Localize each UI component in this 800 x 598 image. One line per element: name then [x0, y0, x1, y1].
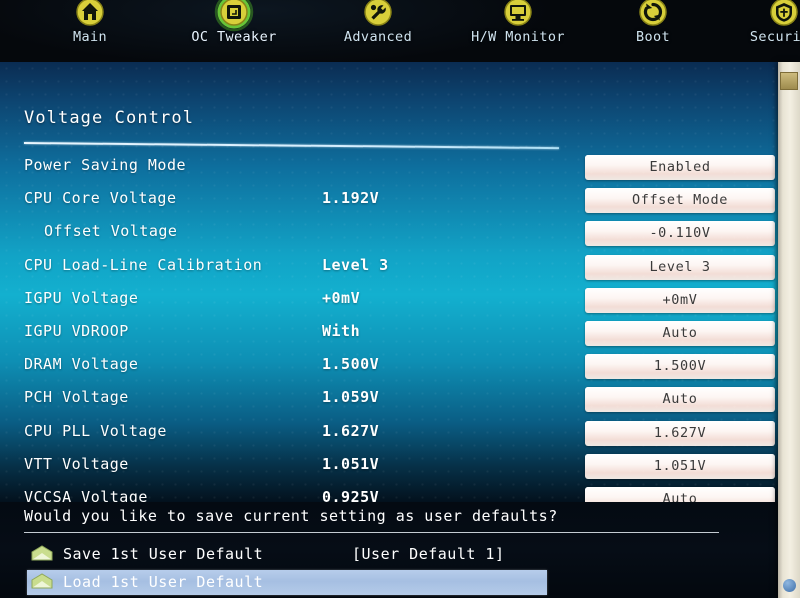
setting-current-value: 1.051V [322, 454, 380, 473]
folder-icon [31, 545, 53, 563]
setting-option-box[interactable]: Enabled [585, 155, 775, 180]
user-default-row[interactable]: Save 1st User Default [User Default 1] [27, 542, 547, 567]
title-separator [23, 142, 559, 150]
side-panel-indicator-icon [783, 579, 796, 592]
setting-current-value: 1.500V [322, 355, 380, 374]
setting-option-box[interactable]: 1.051V [585, 453, 775, 479]
setting-option-box[interactable]: Auto [585, 487, 775, 502]
wrench-icon [358, 0, 398, 32]
folder-icon [31, 573, 53, 591]
nav-item-security[interactable]: Security [742, 0, 800, 45]
setting-option-box[interactable]: Offset Mode [585, 188, 775, 214]
nav-item-advanced[interactable]: Advanced [330, 0, 426, 45]
setting-option-box[interactable]: -0.110V [585, 221, 775, 247]
setting-current-value: +0mV [322, 288, 361, 307]
setting-current-value: 0.925V [322, 488, 380, 502]
prompt-question: Would you like to save current setting a… [24, 507, 558, 525]
top-navigation-bar: Main OC Tweaker Advanced H/W Monitor Boo… [0, 0, 800, 62]
setting-label: IGPU Voltage [24, 288, 139, 307]
nav-item-oc-tweaker[interactable]: OC Tweaker [175, 0, 293, 45]
side-panel [778, 62, 800, 598]
setting-option-box[interactable]: Auto [585, 387, 775, 413]
setting-label: Offset Voltage [44, 222, 178, 241]
setting-option-box[interactable]: 1.627V [585, 420, 775, 446]
user-defaults-prompt-area: Would you like to save current setting a… [0, 502, 800, 598]
shield-icon [764, 0, 800, 32]
bios-setup-screen: Main OC Tweaker Advanced H/W Monitor Boo… [0, 0, 800, 598]
setting-current-value: 1.192V [322, 189, 380, 208]
side-panel-tab[interactable] [780, 72, 798, 90]
chip-icon [214, 0, 254, 32]
setting-label: DRAM Voltage [24, 355, 139, 374]
setting-label: IGPU VDROOP [24, 322, 129, 340]
setting-label: VTT Voltage [24, 454, 129, 473]
nav-item-main[interactable]: Main [48, 0, 132, 45]
setting-label: PCH Voltage [24, 388, 129, 407]
setting-current-value: 1.627V [322, 421, 380, 440]
setting-label: CPU Load-Line Calibration [24, 255, 263, 274]
user-default-label: Load 1st User Default [63, 573, 264, 591]
setting-option-box[interactable]: 1.500V [585, 354, 775, 380]
user-default-label: Save 1st User Default [63, 545, 264, 563]
home-icon [70, 0, 110, 32]
setting-option-box[interactable]: Auto [585, 321, 775, 346]
setting-current-value: With [322, 322, 361, 340]
voltage-control-panel: Voltage Control Power Saving Mode Enabled… [0, 62, 800, 502]
nav-item-boot[interactable]: Boot [618, 0, 688, 45]
setting-current-value: 1.059V [322, 388, 380, 407]
setting-current-value: Level 3 [322, 255, 389, 274]
nav-item-h-w-monitor[interactable]: H/W Monitor [457, 0, 579, 45]
setting-label: CPU Core Voltage [24, 189, 177, 208]
monitor-icon [498, 0, 538, 32]
page-title: Voltage Control [24, 108, 195, 128]
user-default-row[interactable]: Load 1st User Default [27, 570, 547, 595]
setting-label: VCCSA Voltage [24, 488, 148, 502]
refresh-icon [633, 0, 673, 32]
user-default-slot: [User Default 1] [352, 545, 505, 563]
setting-option-box[interactable]: +0mV [585, 287, 775, 313]
prompt-separator [24, 532, 719, 533]
setting-label: Power Saving Mode [24, 156, 187, 174]
setting-label: CPU PLL Voltage [24, 421, 167, 440]
setting-option-box[interactable]: Level 3 [585, 254, 775, 280]
